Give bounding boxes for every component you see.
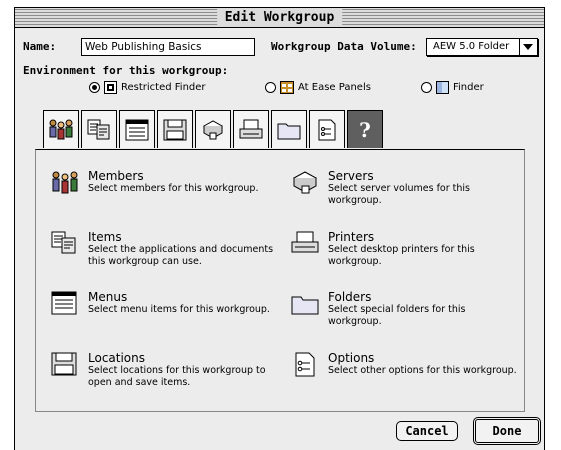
radio-label: Finder — [453, 82, 484, 93]
item-description: Select menu items for this workgroup. — [88, 304, 270, 315]
radio-at-ease-panels[interactable]: At Ease Panels — [265, 81, 371, 94]
printers-icon — [291, 231, 319, 253]
item-title: Folders — [328, 290, 372, 304]
done-button[interactable]: Done — [473, 417, 541, 445]
name-field[interactable]: Web Publishing Basics — [81, 38, 255, 56]
item-description: Select special folders for this workgrou… — [328, 304, 466, 327]
item-title: Items — [88, 230, 122, 244]
tab-locations[interactable] — [157, 110, 193, 148]
cancel-button[interactable]: Cancel — [396, 421, 458, 441]
tab-menus[interactable] — [119, 110, 155, 148]
options-icon — [318, 119, 336, 140]
printers-icon — [239, 119, 263, 138]
tab-options[interactable] — [309, 110, 345, 148]
tab-printers[interactable] — [233, 110, 269, 148]
volume-popup[interactable]: AEW 5.0 Folder — [426, 38, 538, 56]
radio-label: Restricted Finder — [121, 82, 206, 93]
item-items[interactable]: Items Select the applications and docume… — [50, 230, 278, 268]
item-title: Printers — [328, 230, 375, 244]
radio-button[interactable] — [421, 82, 432, 93]
edit-workgroup-window: Edit Workgroup Name: Web Publishing Basi… — [14, 7, 545, 450]
radio-finder[interactable]: Finder — [421, 81, 484, 94]
item-title: Locations — [88, 351, 146, 365]
item-description: Select members for this workgroup. — [88, 183, 259, 194]
item-printers[interactable]: Printers Select desktop printers for thi… — [290, 230, 518, 268]
radio-button[interactable] — [265, 82, 276, 93]
item-description: Select desktop printers for this workgro… — [328, 244, 475, 267]
item-description: Select server volumes for this workgroup… — [328, 183, 470, 206]
volume-label: Workgroup Data Volume: — [271, 40, 417, 53]
item-options[interactable]: Options Select other options for this wo… — [290, 351, 518, 381]
tab-items[interactable] — [81, 110, 117, 148]
servers-icon — [292, 171, 318, 194]
options-icon — [295, 352, 315, 377]
radio-restricted-finder[interactable]: Restricted Finder — [89, 81, 206, 94]
tab-panel: Members Select members for this workgrou… — [35, 149, 525, 412]
items-icon — [51, 231, 76, 254]
folders-icon — [277, 123, 301, 139]
locations-icon — [51, 352, 77, 376]
finder-icon — [436, 81, 449, 94]
environment-label: Environment for this workgroup: — [23, 64, 229, 77]
item-title: Members — [88, 169, 144, 183]
members-icon — [49, 119, 73, 139]
window-title: Edit Workgroup — [216, 9, 343, 26]
menus-icon — [125, 119, 149, 140]
title-bar[interactable]: Edit Workgroup — [15, 8, 544, 28]
help-icon: ? — [359, 117, 371, 142]
item-title: Servers — [328, 169, 374, 183]
chevron-down-icon — [519, 39, 537, 55]
item-folders[interactable]: Folders Select special folders for this … — [290, 290, 518, 328]
tab-servers[interactable] — [195, 110, 231, 148]
item-description: Select the applications and documents th… — [88, 244, 274, 267]
item-members[interactable]: Members Select members for this workgrou… — [50, 169, 278, 199]
radio-button[interactable] — [89, 82, 100, 93]
name-label: Name: — [23, 40, 57, 53]
tab-folders[interactable] — [271, 110, 307, 148]
tab-help[interactable]: ? — [347, 110, 383, 148]
menus-icon — [51, 291, 77, 315]
volume-popup-value: AEW 5.0 Folder — [433, 41, 510, 52]
folders-icon — [291, 296, 319, 315]
item-servers[interactable]: Servers Select server volumes for this w… — [290, 169, 518, 207]
item-title: Menus — [88, 290, 128, 304]
item-locations[interactable]: Locations Select locations for this work… — [50, 351, 278, 389]
item-title: Options — [328, 351, 375, 365]
tab-members[interactable] — [43, 110, 79, 148]
item-description: Select locations for this workgroup to o… — [88, 365, 266, 388]
items-icon — [87, 119, 110, 139]
radio-label: At Ease Panels — [298, 82, 371, 93]
locations-icon — [163, 119, 187, 140]
members-icon — [52, 171, 78, 194]
servers-icon — [202, 119, 224, 139]
at-ease-panels-icon — [280, 81, 294, 94]
item-description: Select other options for this workgroup. — [328, 365, 517, 376]
restricted-finder-icon — [104, 81, 117, 94]
item-menus[interactable]: Menus Select menu items for this workgro… — [50, 290, 278, 320]
